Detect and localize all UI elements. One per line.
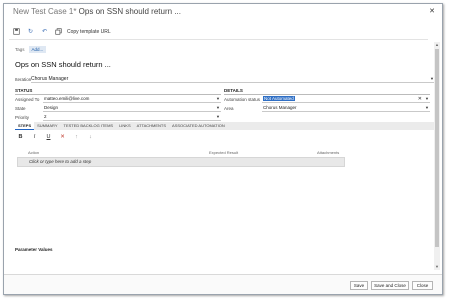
steps-grid-header: Action Expected Result Attachments: [17, 150, 345, 156]
priority-field[interactable]: 2 ▼: [43, 113, 221, 121]
automation-status-label: Automation status: [224, 96, 261, 102]
underline-button[interactable]: U: [45, 134, 52, 140]
tab-associated-automation[interactable]: ASSOCIATED AUTOMATION: [169, 122, 228, 130]
area-label: Area: [224, 105, 234, 111]
clear-icon[interactable]: ✕: [418, 95, 422, 103]
tab-links[interactable]: LINKS: [116, 122, 134, 130]
iteration-value: Chorus Manager: [31, 76, 69, 82]
scroll-down-icon[interactable]: ▼: [434, 264, 440, 270]
refresh-icon[interactable]: ↻: [27, 28, 34, 35]
priority-value: 2: [44, 114, 47, 119]
add-step-row[interactable]: Click or type here to add a step: [17, 157, 345, 167]
area-field[interactable]: Chorus Manager ▼: [262, 104, 430, 112]
work-item-title-field[interactable]: Ops on SSN should return ...: [15, 60, 428, 71]
tab-tested-backlog-items[interactable]: TESTED BACKLOG ITEMS: [61, 122, 117, 130]
test-case-dialog: New Test Case 1* Ops on SSN should retur…: [3, 3, 443, 295]
vertical-scrollbar[interactable]: ▲ ▼: [434, 42, 440, 270]
tab-steps[interactable]: STEPS: [15, 122, 35, 130]
area-row: Area Chorus Manager ▼: [224, 104, 430, 112]
action-column-header: Action: [28, 150, 40, 155]
title-main: Ops on SSN should return ...: [78, 7, 181, 16]
iteration-field[interactable]: Chorus Manager ▼: [31, 75, 435, 83]
priority-row: Priority 2 ▼: [15, 113, 221, 121]
toolbar: ↻ ↶ Copy template URL: [13, 27, 111, 36]
chevron-down-icon[interactable]: ▼: [216, 104, 220, 112]
automation-status-field[interactable]: Not Automated ✕ ▼: [262, 95, 430, 103]
state-value: Design: [44, 105, 59, 110]
area-value: Chorus Manager: [263, 105, 297, 110]
state-label: State: [15, 105, 26, 111]
assigned-to-value: matteo.emili@live.com: [44, 96, 90, 101]
title-prefix: New Test Case 1*: [13, 7, 77, 16]
assigned-to-label: Assigned To: [15, 96, 40, 102]
add-tag-button[interactable]: Add...: [28, 46, 47, 53]
form-tabs: STEPS SUMMARY TESTED BACKLOG ITEMS LINKS…: [15, 122, 435, 130]
iteration-row: Iteration Chorus Manager ▼: [15, 75, 435, 83]
close-button[interactable]: Close: [412, 281, 433, 290]
details-heading: DETAILS: [224, 88, 243, 93]
steps-toolbar: B I U ✕ ↑ ↓: [17, 134, 94, 140]
tags-label: Tags: [15, 47, 25, 52]
chevron-down-icon[interactable]: ▼: [216, 113, 220, 121]
title-bar: New Test Case 1* Ops on SSN should retur…: [4, 4, 442, 19]
state-row: State Design ▼: [15, 104, 221, 112]
status-heading: STATUS: [15, 88, 33, 93]
expected-result-column-header: Expected Result: [209, 150, 239, 155]
iteration-label: Iteration: [15, 76, 32, 82]
italic-button[interactable]: I: [31, 134, 38, 140]
tags-row: Tags Add...: [15, 46, 47, 53]
parameter-values-heading: Parameter Values: [15, 247, 53, 252]
automation-status-row: Automation status Not Automated ✕ ▼: [224, 95, 430, 103]
move-up-icon[interactable]: ↑: [73, 134, 80, 140]
close-icon[interactable]: ✕: [429, 7, 435, 15]
save-and-close-button[interactable]: Save and Close: [371, 281, 409, 290]
dialog-footer: Save Save and Close Close: [4, 274, 442, 294]
tab-attachments[interactable]: ATTACHMENTS: [134, 122, 169, 130]
assigned-to-row: Assigned To matteo.emili@live.com ▼: [15, 95, 221, 103]
scroll-up-icon[interactable]: ▲: [434, 42, 440, 48]
automation-status-value: Not Automated: [263, 96, 295, 101]
dialog-title: New Test Case 1* Ops on SSN should retur…: [13, 7, 181, 16]
toolbar-divider: [9, 39, 428, 40]
scrollbar-thumb[interactable]: [435, 49, 439, 247]
priority-label: Priority: [15, 114, 30, 120]
bold-button[interactable]: B: [17, 134, 24, 140]
chevron-down-icon[interactable]: ▼: [425, 104, 429, 112]
assigned-to-field[interactable]: matteo.emili@live.com ▼: [43, 95, 221, 103]
chevron-down-icon[interactable]: ▼: [216, 95, 220, 103]
attachments-column-header: Attachments: [317, 150, 340, 155]
undo-icon[interactable]: ↶: [41, 28, 48, 35]
delete-step-icon[interactable]: ✕: [59, 134, 66, 140]
save-button[interactable]: Save: [350, 281, 368, 290]
move-down-icon[interactable]: ↓: [87, 134, 94, 140]
copy-icon[interactable]: [55, 28, 62, 35]
tab-summary[interactable]: SUMMARY: [34, 122, 60, 130]
chevron-down-icon[interactable]: ▼: [425, 95, 429, 103]
copy-template-url-button[interactable]: Copy template URL: [67, 29, 111, 35]
state-field[interactable]: Design ▼: [43, 104, 221, 112]
save-icon[interactable]: [13, 28, 20, 35]
